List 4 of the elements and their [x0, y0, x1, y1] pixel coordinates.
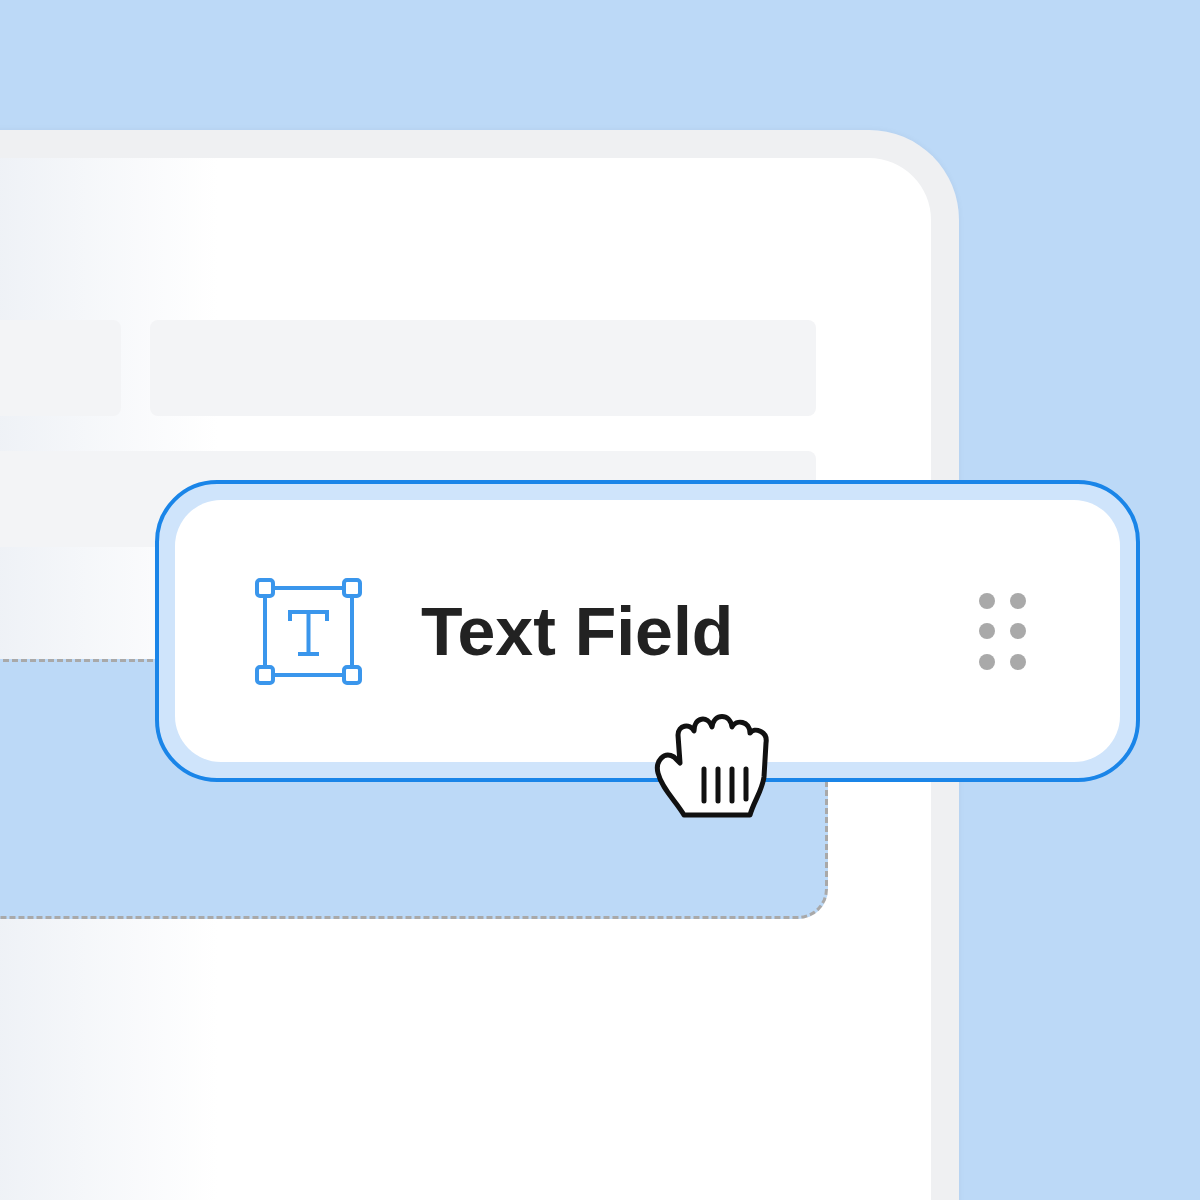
field-label: Text Field — [421, 592, 735, 670]
drag-handle-icon[interactable] — [979, 592, 1026, 670]
text-field-icon — [254, 576, 363, 686]
field-card[interactable]: Text Field — [175, 500, 1120, 762]
